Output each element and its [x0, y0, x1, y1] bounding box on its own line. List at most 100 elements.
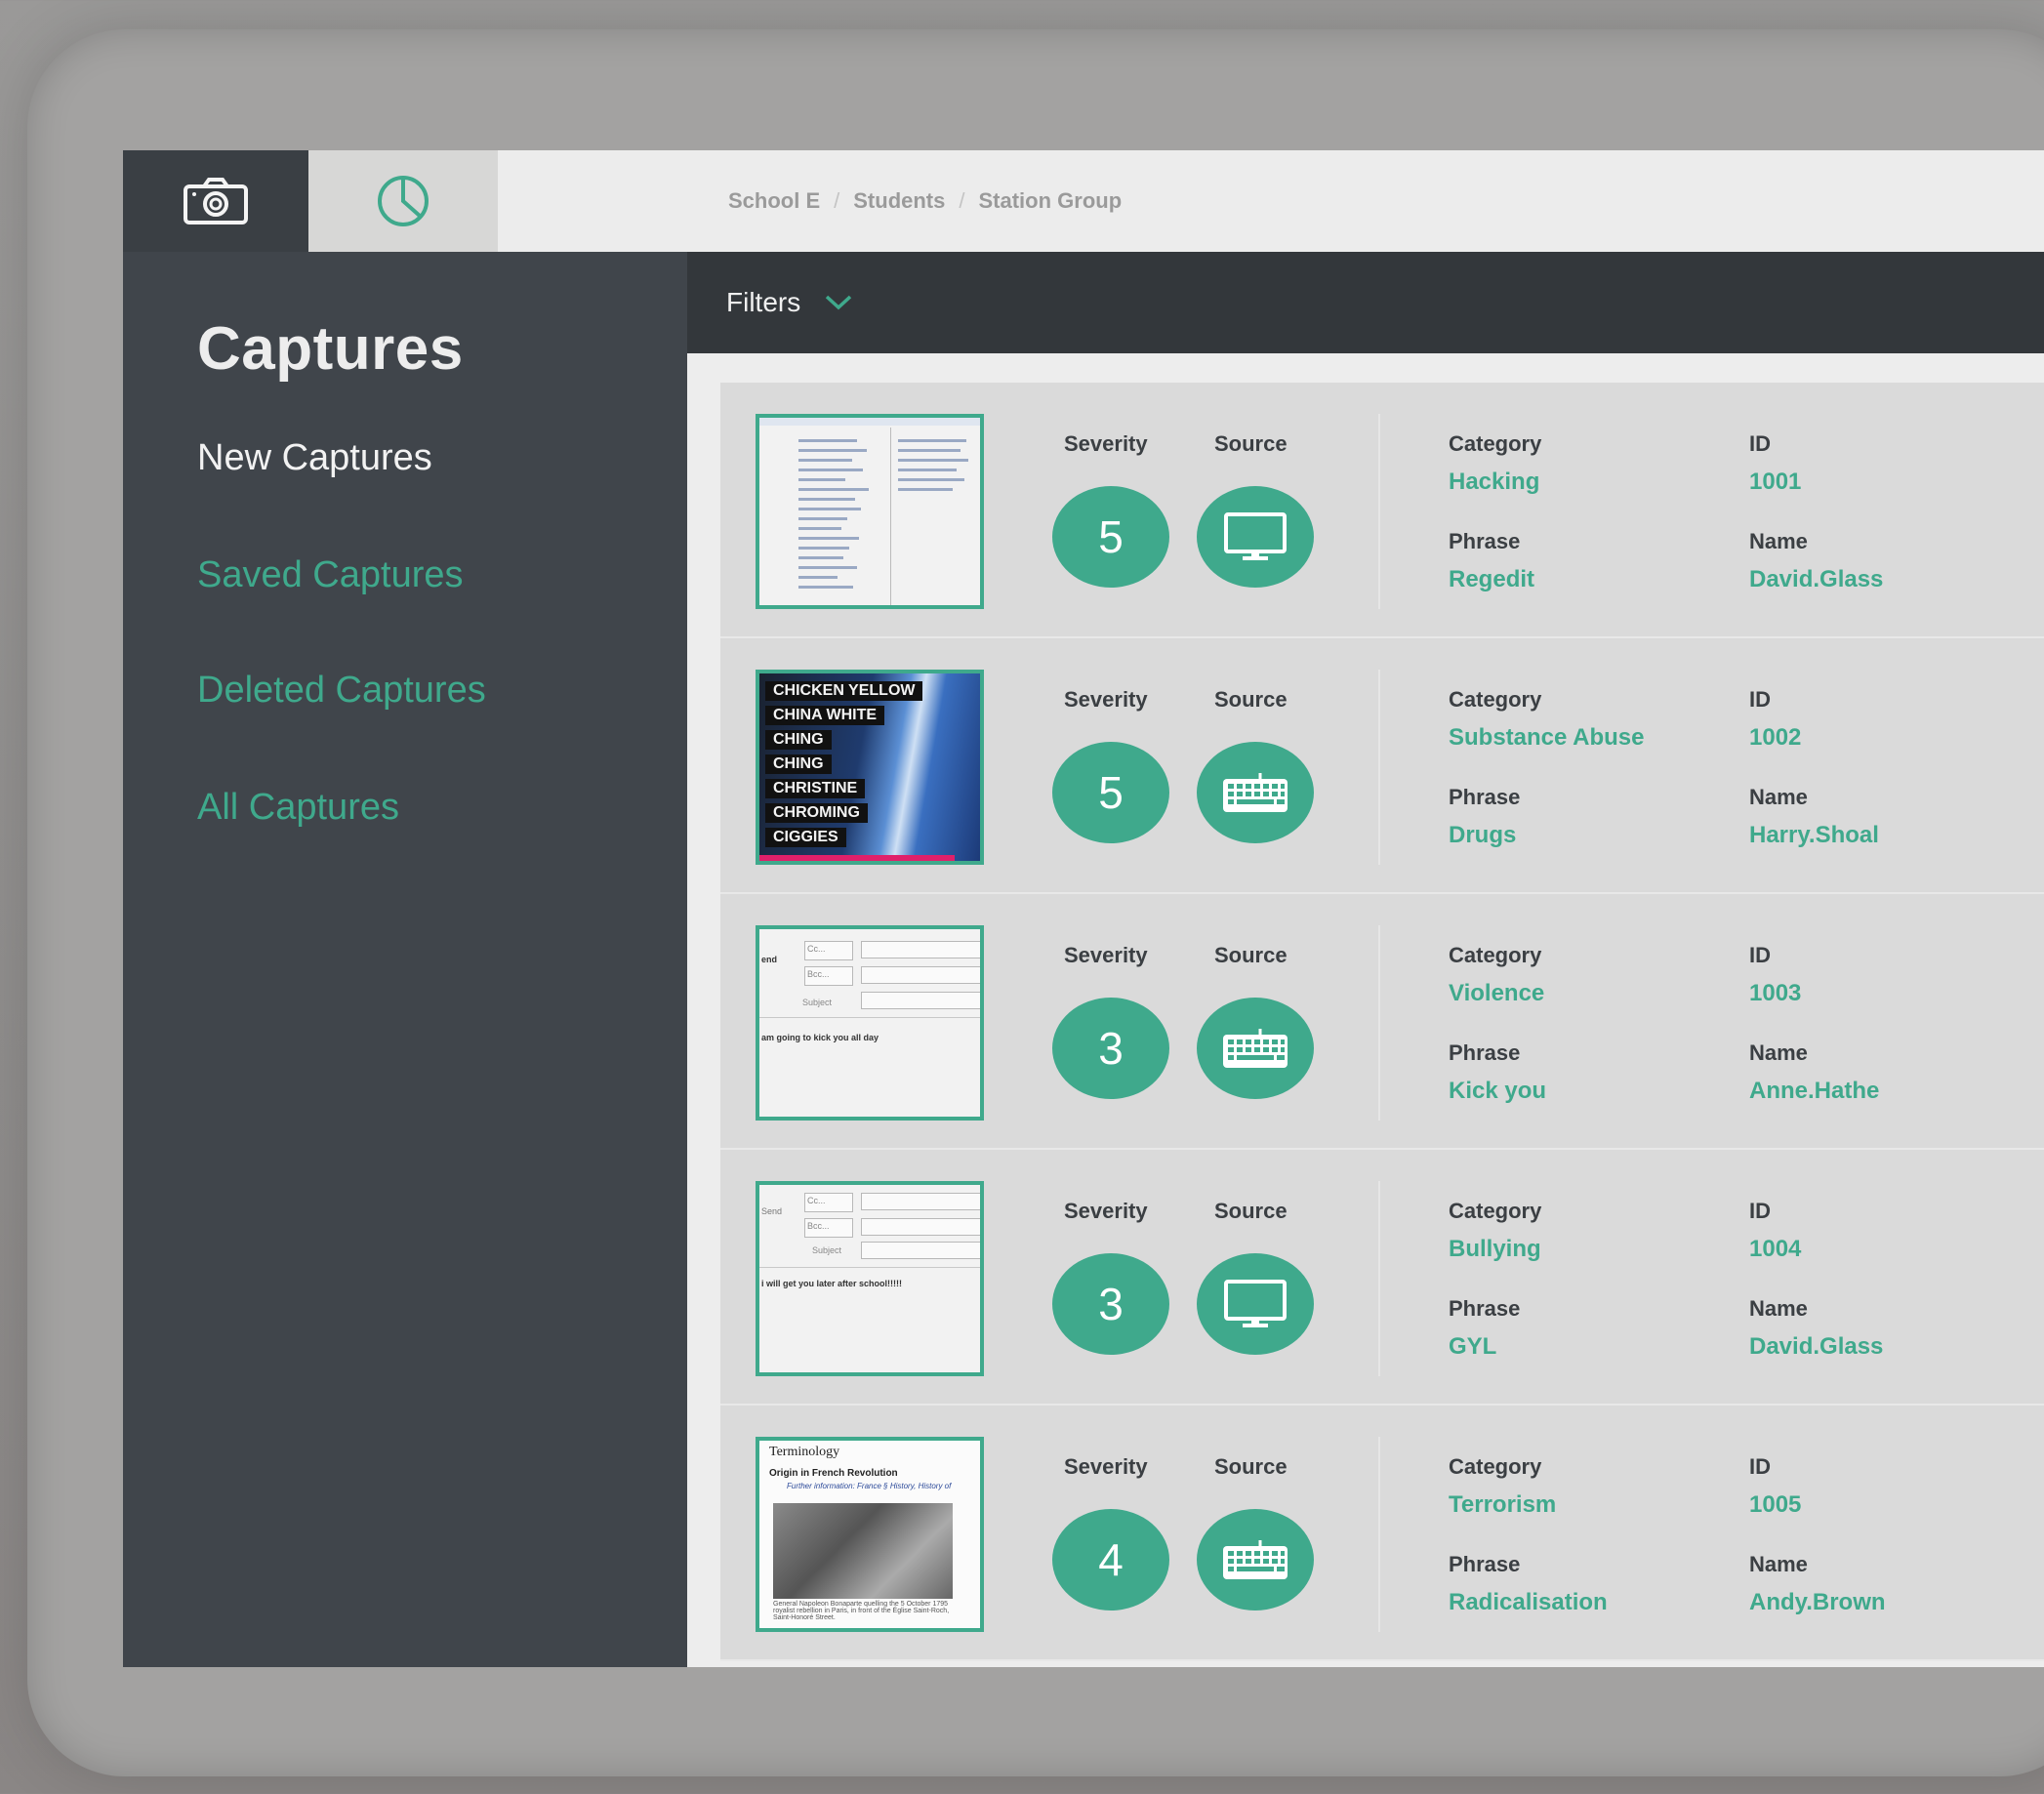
category-label: Category — [1449, 431, 1542, 456]
id-label: ID — [1749, 431, 1771, 456]
capture-row[interactable]: Severity Source 5 Category Hacking Phras… — [720, 383, 2044, 638]
app-screen: School E / Students / Station Group Capt… — [123, 150, 2044, 1667]
breadcrumb-separator: / — [834, 188, 840, 213]
category-label: Category — [1449, 1454, 1542, 1479]
keyboard-icon — [1223, 773, 1288, 812]
capture-thumbnail[interactable]: end Cc... Bcc... Subject am going to kic… — [756, 925, 984, 1121]
sidebar-item-all-captures[interactable]: All Captures — [197, 787, 399, 829]
breadcrumb-item[interactable]: School E — [728, 188, 820, 214]
capture-row[interactable]: CHICKEN YELLOW CHINA WHITE CHING CHING C… — [720, 638, 2044, 894]
breadcrumb-item[interactable]: Station Group — [979, 188, 1123, 214]
thumbnail-wiki-info: Further information: France § History, H… — [787, 1482, 952, 1490]
tab-captures[interactable] — [123, 150, 308, 252]
severity-badge: 5 — [1052, 742, 1169, 843]
thumbnail-subject: Subject — [802, 998, 833, 1007]
thumbnail-word: CHRISTINE — [765, 779, 866, 798]
severity-value: 5 — [1098, 511, 1124, 562]
filters-toggle[interactable]: Filters — [687, 252, 2044, 353]
phrase-label: Phrase — [1449, 1296, 1521, 1321]
id-label: ID — [1749, 1454, 1771, 1479]
severity-value: 4 — [1098, 1534, 1124, 1585]
name-value: Andy.Brown — [1749, 1589, 1886, 1615]
column-divider — [1378, 670, 1380, 865]
tab-statistics[interactable] — [308, 150, 498, 252]
capture-thumbnail[interactable] — [756, 414, 984, 609]
source-label: Source — [1214, 1454, 1288, 1479]
source-badge — [1197, 486, 1314, 588]
name-label: Name — [1749, 1552, 1808, 1576]
thumbnail-cc: Cc... — [804, 1193, 853, 1212]
severity-label: Severity — [1064, 1199, 1148, 1223]
severity-label: Severity — [1064, 687, 1148, 712]
column-divider — [1378, 414, 1380, 609]
monitor-icon — [1224, 512, 1287, 560]
id-label: ID — [1749, 943, 1771, 967]
severity-value: 3 — [1098, 1279, 1124, 1329]
sidebar-item-new-captures[interactable]: New Captures — [197, 437, 432, 479]
id-value: 1001 — [1749, 469, 1802, 495]
thumbnail-word: CIGGIES — [765, 828, 846, 847]
sidebar-item-saved-captures[interactable]: Saved Captures — [197, 554, 464, 596]
source-label: Source — [1214, 943, 1288, 967]
thumbnail-body: am going to kick you all day — [761, 1033, 879, 1042]
category-value: Bullying — [1449, 1236, 1541, 1262]
capture-thumbnail[interactable]: Terminology Origin in French Revolution … — [756, 1437, 984, 1632]
thumbnail-bcc: Bcc... — [804, 966, 853, 986]
monitor-icon — [1224, 1280, 1287, 1327]
thumbnail-cc: Cc... — [804, 941, 853, 960]
name-label: Name — [1749, 1296, 1808, 1321]
id-label: ID — [1749, 1199, 1771, 1223]
thumbnail-send: Send — [761, 1206, 783, 1216]
filters-label: Filters — [726, 287, 801, 317]
severity-label: Severity — [1064, 1454, 1148, 1479]
thumbnail-send: end — [761, 955, 778, 964]
keyboard-icon — [1223, 1029, 1288, 1068]
thumbnail-wiki-title: Terminology — [769, 1445, 840, 1459]
breadcrumb-item[interactable]: Students — [853, 188, 945, 214]
phrase-value: Kick you — [1449, 1078, 1547, 1104]
source-badge — [1197, 1253, 1314, 1355]
chevron-down-icon — [826, 295, 852, 310]
id-value: 1002 — [1749, 724, 1802, 751]
thumbnail-field — [861, 1218, 980, 1236]
source-label: Source — [1214, 1199, 1288, 1223]
name-value: David.Glass — [1749, 566, 1884, 592]
thumbnail-field — [861, 966, 980, 984]
capture-row[interactable]: end Cc... Bcc... Subject am going to kic… — [720, 894, 2044, 1150]
sidebar: Captures New Captures Saved Captures Del… — [123, 252, 687, 1667]
capture-thumbnail[interactable]: CHICKEN YELLOW CHINA WHITE CHING CHING C… — [756, 670, 984, 865]
thumbnail-field — [861, 941, 980, 958]
capture-row[interactable]: Send Cc... Bcc... Subject i will get you… — [720, 1150, 2044, 1406]
column-divider — [1378, 1437, 1380, 1632]
phrase-value: Radicalisation — [1449, 1589, 1608, 1615]
column-divider — [1378, 1181, 1380, 1376]
thumbnail-wiki-image — [773, 1503, 953, 1599]
thumbnail-word: CHING — [765, 754, 832, 774]
phrase-value: Drugs — [1449, 822, 1517, 848]
source-badge — [1197, 1509, 1314, 1611]
severity-badge: 3 — [1052, 1253, 1169, 1355]
phrase-label: Phrase — [1449, 785, 1521, 809]
capture-thumbnail[interactable]: Send Cc... Bcc... Subject i will get you… — [756, 1181, 984, 1376]
severity-badge: 3 — [1052, 998, 1169, 1099]
sidebar-item-deleted-captures[interactable]: Deleted Captures — [197, 670, 486, 712]
thumbnail-field — [861, 1193, 980, 1210]
name-value: Harry.Shoal — [1749, 822, 1879, 848]
source-label: Source — [1214, 687, 1288, 712]
thumbnail-word: CHINA WHITE — [765, 706, 885, 725]
category-label: Category — [1449, 687, 1542, 712]
category-label: Category — [1449, 1199, 1542, 1223]
severity-label: Severity — [1064, 431, 1148, 456]
phrase-value: Regedit — [1449, 566, 1535, 592]
name-label: Name — [1749, 785, 1808, 809]
id-value: 1003 — [1749, 980, 1802, 1006]
thumbnail-bcc: Bcc... — [804, 1218, 853, 1238]
capture-row[interactable]: Terminology Origin in French Revolution … — [720, 1406, 2044, 1661]
keyboard-icon — [1223, 1540, 1288, 1579]
id-label: ID — [1749, 687, 1771, 712]
breadcrumb: School E / Students / Station Group — [728, 150, 1122, 252]
category-value: Substance Abuse — [1449, 724, 1645, 751]
category-value: Terrorism — [1449, 1491, 1557, 1518]
severity-value: 5 — [1098, 767, 1124, 818]
phrase-label: Phrase — [1449, 1040, 1521, 1065]
